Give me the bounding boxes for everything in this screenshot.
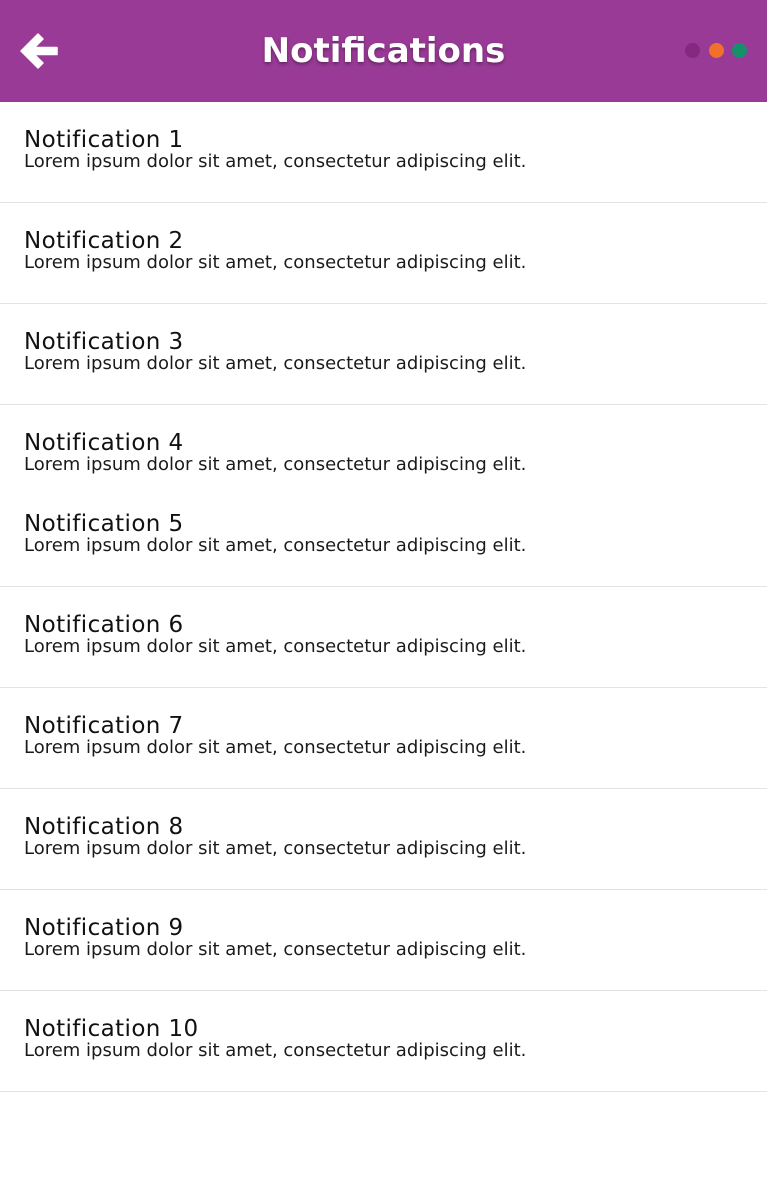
notification-item[interactable]: Notification 7 Lorem ipsum dolor sit ame… <box>0 688 767 789</box>
header-bar: Notifications <box>0 0 767 102</box>
notification-title: Notification 7 <box>24 713 184 739</box>
notification-title: Notification 8 <box>24 814 184 840</box>
notification-body: Lorem ipsum dolor sit amet, consectetur … <box>24 151 527 172</box>
notification-item[interactable]: Notification 10 Lorem ipsum dolor sit am… <box>0 991 767 1092</box>
purple-dot-icon <box>685 43 700 58</box>
notification-body: Lorem ipsum dolor sit amet, consectetur … <box>24 838 527 859</box>
notification-title: Notification 1 <box>24 127 184 153</box>
notification-item[interactable]: Notification 2 Lorem ipsum dolor sit ame… <box>0 203 767 304</box>
notification-item[interactable]: Notification 6 Lorem ipsum dolor sit ame… <box>0 587 767 688</box>
notification-title: Notification 4 <box>24 430 184 456</box>
orange-dot-icon <box>709 43 724 58</box>
green-dot-icon <box>732 43 747 58</box>
notification-body: Lorem ipsum dolor sit amet, consectetur … <box>24 939 527 960</box>
notification-body: Lorem ipsum dolor sit amet, consectetur … <box>24 636 527 657</box>
notification-item[interactable]: Notification 8 Lorem ipsum dolor sit ame… <box>0 789 767 890</box>
notification-item[interactable]: Notification 4 Lorem ipsum dolor sit ame… <box>0 405 767 486</box>
notification-body: Lorem ipsum dolor sit amet, consectetur … <box>24 353 527 374</box>
notification-body: Lorem ipsum dolor sit amet, consectetur … <box>24 1040 527 1061</box>
notification-body: Lorem ipsum dolor sit amet, consectetur … <box>24 737 527 758</box>
notification-title: Notification 5 <box>24 511 184 537</box>
page-title: Notifications <box>261 31 506 71</box>
notification-title: Notification 2 <box>24 228 184 254</box>
notification-title: Notification 6 <box>24 612 184 638</box>
notification-title: Notification 9 <box>24 915 184 941</box>
notification-body: Lorem ipsum dolor sit amet, consectetur … <box>24 252 527 273</box>
notification-item[interactable]: Notification 3 Lorem ipsum dolor sit ame… <box>0 304 767 405</box>
notification-item[interactable]: Notification 5 Lorem ipsum dolor sit ame… <box>0 486 767 587</box>
notification-item[interactable]: Notification 9 Lorem ipsum dolor sit ame… <box>0 890 767 991</box>
notification-title: Notification 10 <box>24 1016 199 1042</box>
more-options-button[interactable] <box>685 43 747 59</box>
notification-list: Notification 1 Lorem ipsum dolor sit ame… <box>0 102 767 1092</box>
notification-item[interactable]: Notification 1 Lorem ipsum dolor sit ame… <box>0 102 767 203</box>
notification-body: Lorem ipsum dolor sit amet, consectetur … <box>24 454 527 475</box>
app-screen: Notifications Notification 1 Lorem ipsum… <box>0 0 767 1200</box>
notification-title: Notification 3 <box>24 329 184 355</box>
notification-body: Lorem ipsum dolor sit amet, consectetur … <box>24 535 527 556</box>
